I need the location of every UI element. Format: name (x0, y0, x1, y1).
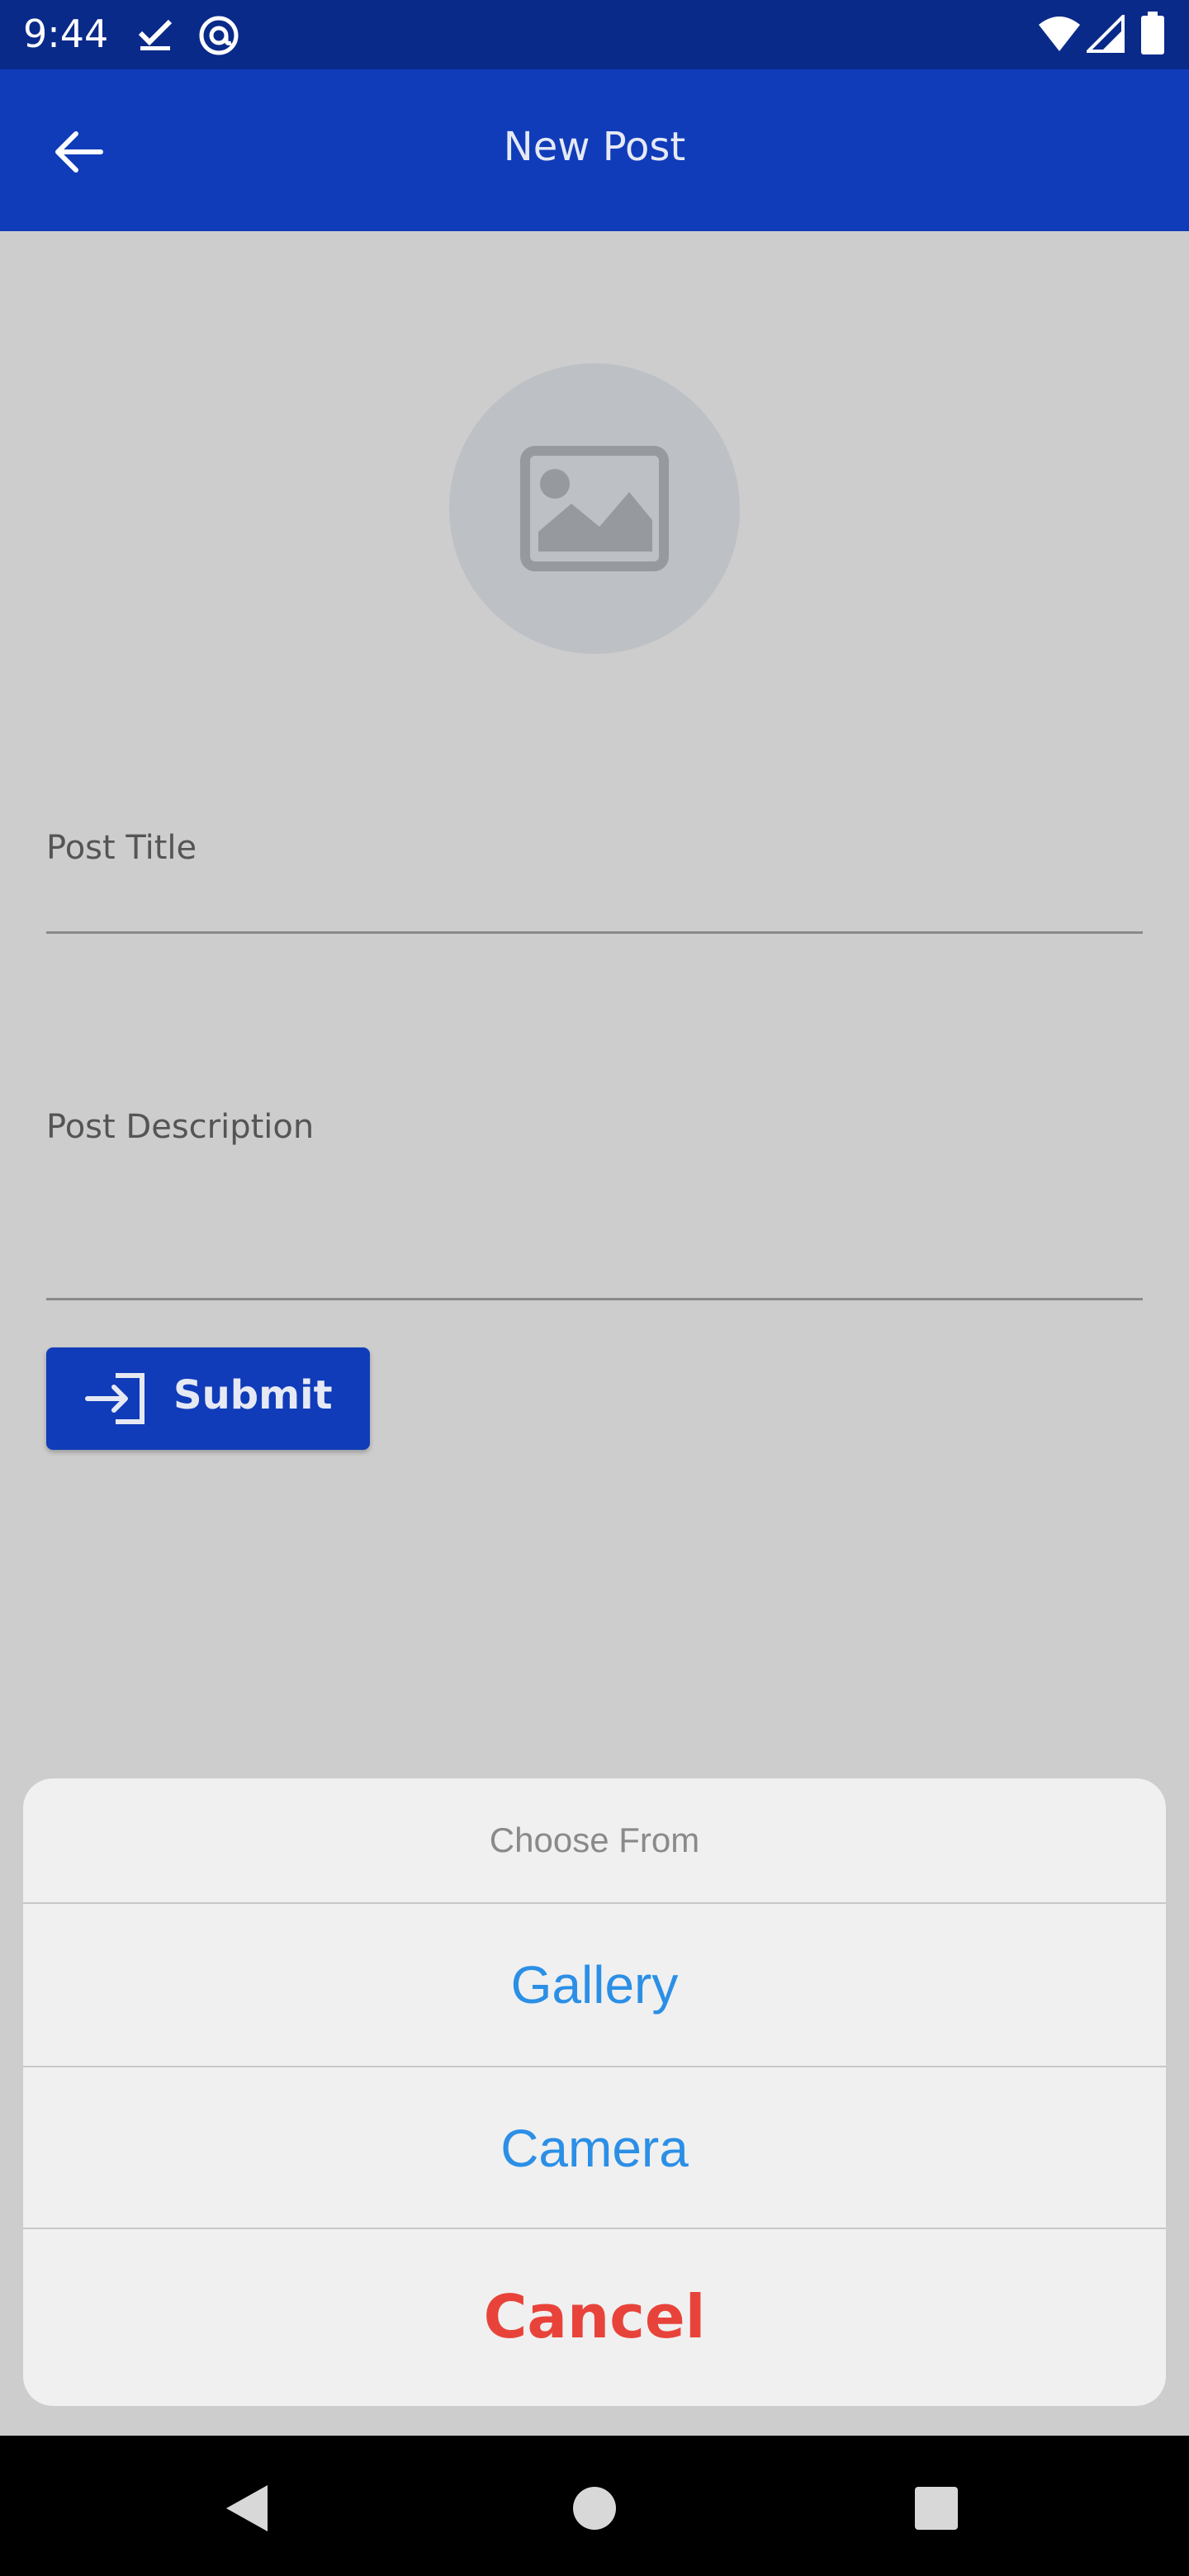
submit-button[interactable]: Submit (46, 1347, 370, 1450)
action-sheet: Choose From Gallery Camera Cancel (23, 1778, 1166, 2406)
recents-square-icon[interactable] (903, 2475, 969, 2541)
system-nav-bar (0, 2436, 1189, 2576)
login-icon (85, 1373, 144, 1424)
gallery-option[interactable]: Gallery (23, 1904, 1166, 2066)
post-description-underline (46, 1298, 1143, 1300)
action-sheet-title: Choose From (489, 1821, 700, 1859)
status-time: 9:44 (23, 12, 109, 56)
image-icon (520, 446, 669, 571)
submit-label: Submit (173, 1372, 333, 1418)
page-title: New Post (503, 124, 686, 170)
post-description-input[interactable] (46, 1156, 1143, 1298)
app-bar: New Post (0, 69, 1189, 231)
status-bar: 9:44 (0, 0, 1189, 69)
cancel-button[interactable]: Cancel (23, 2228, 1166, 2406)
post-title-input[interactable] (46, 875, 1143, 931)
battery-icon (1141, 12, 1164, 54)
signal-icon (1087, 15, 1125, 53)
post-title-label: Post Title (46, 829, 197, 867)
image-picker[interactable] (449, 363, 740, 654)
wifi-icon (1039, 17, 1080, 51)
post-title-underline (46, 931, 1143, 934)
at-icon (199, 16, 239, 55)
home-circle-icon[interactable] (561, 2475, 628, 2541)
back-triangle-icon[interactable] (215, 2475, 281, 2541)
camera-option[interactable]: Camera (23, 2067, 1166, 2229)
check-icon (138, 19, 173, 50)
post-description-label: Post Description (46, 1108, 315, 1146)
